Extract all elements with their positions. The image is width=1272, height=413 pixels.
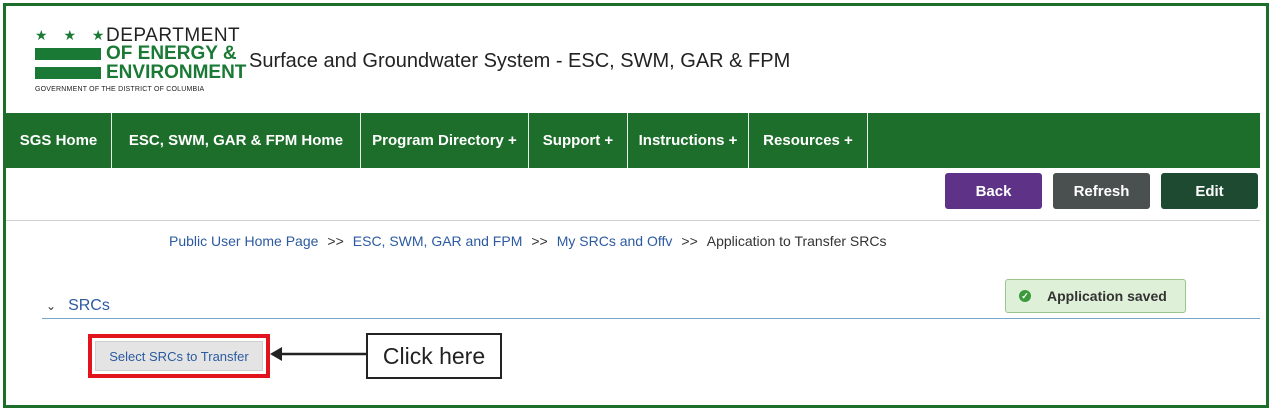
logo-bar-bottom [35,67,101,79]
arrow-left-icon [270,347,366,361]
status-text: Application saved [1047,288,1167,304]
status-message: ✓ Application saved [1005,279,1186,313]
nav-sgs-home[interactable]: SGS Home [6,113,112,168]
logo-bar-top [35,48,101,60]
breadcrumb-current: Application to Transfer SRCs [706,233,887,249]
toolbar-divider [6,220,1260,221]
nav-esc-home[interactable]: ESC, SWM, GAR & FPM Home [112,113,361,168]
select-srcs-button[interactable]: Select SRCs to Transfer [95,341,263,371]
back-button[interactable]: Back [945,173,1042,209]
breadcrumb-esc-swm[interactable]: ESC, SWM, GAR and FPM [353,233,523,249]
check-circle-icon: ✓ [1019,290,1031,302]
section-title: SRCs [68,297,110,314]
stars-icon: ★ ★ ★ [35,27,111,43]
nav-support[interactable]: Support + [529,113,628,168]
nav-program-directory[interactable]: Program Directory + [361,113,529,168]
nav-instructions[interactable]: Instructions + [628,113,749,168]
logo-line-energy: OF ENERGY & [106,43,237,64]
edit-button[interactable]: Edit [1161,173,1258,209]
action-toolbar: Back Refresh Edit [945,173,1258,209]
breadcrumb-separator: >> [327,233,344,249]
breadcrumb-public-home[interactable]: Public User Home Page [169,233,318,249]
refresh-button[interactable]: Refresh [1053,173,1150,209]
click-here-callout: Click here [366,333,502,379]
app-frame: ★ ★ ★ DEPARTMENT OF ENERGY & ENVIRONMENT… [3,3,1269,408]
nav-resources[interactable]: Resources + [749,113,868,168]
logo-line-government: GOVERNMENT OF THE DISTRICT OF COLUMBIA [35,86,205,93]
breadcrumb: Public User Home Page >> ESC, SWM, GAR and… [169,233,887,249]
section-underline [42,318,1260,319]
breadcrumb-separator: >> [531,233,548,249]
site-title: Surface and Groundwater System - ESC, SW… [249,50,791,72]
breadcrumb-separator: >> [681,233,698,249]
srcs-section-toggle[interactable]: ⌄ SRCs [46,297,110,315]
chevron-down-icon: ⌄ [46,299,57,313]
doee-logo[interactable]: ★ ★ ★ DEPARTMENT OF ENERGY & ENVIRONMENT… [30,26,246,106]
main-nav: SGS Home ESC, SWM, GAR & FPM Home Progra… [6,113,1260,168]
logo-line-environment: ENVIRONMENT [106,62,247,83]
breadcrumb-my-srcs[interactable]: My SRCs and Offv [557,233,673,249]
